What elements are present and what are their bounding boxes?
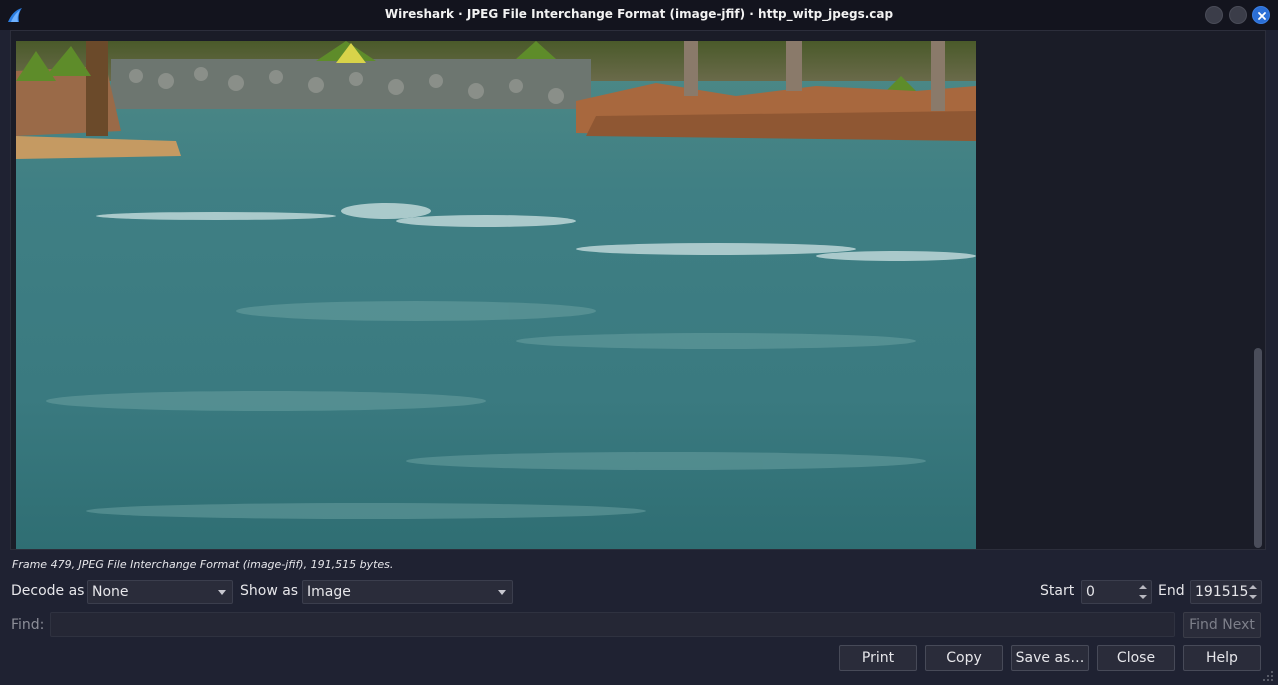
find-input[interactable]	[50, 612, 1175, 637]
close-button[interactable]: Close	[1097, 645, 1175, 671]
scrollbar-thumb[interactable]	[1254, 348, 1262, 548]
start-label: Start	[1040, 583, 1075, 599]
decode-as-value: None	[92, 584, 129, 600]
chevron-down-icon	[498, 590, 506, 595]
find-next-button[interactable]: Find Next	[1183, 612, 1261, 638]
copy-button[interactable]: Copy	[925, 645, 1003, 671]
decode-as-label: Decode as	[11, 583, 85, 599]
window-title: Wireshark · JPEG File Interchange Format…	[384, 7, 894, 21]
maximize-button[interactable]	[1229, 6, 1247, 24]
image-viewer	[10, 30, 1266, 550]
resize-grip-icon[interactable]	[1262, 670, 1274, 682]
decode-as-select[interactable]: None	[87, 580, 233, 604]
show-as-select[interactable]: Image	[302, 580, 513, 604]
end-spinbox[interactable]: 191515	[1190, 580, 1262, 604]
chevron-down-icon	[218, 590, 226, 595]
print-button[interactable]: Print	[839, 645, 917, 671]
close-window-button[interactable]	[1252, 6, 1270, 24]
minimize-button[interactable]	[1205, 6, 1223, 24]
spin-up-icon[interactable]	[1249, 585, 1257, 589]
show-as-value: Image	[307, 584, 351, 600]
save-as-button[interactable]: Save as…	[1011, 645, 1089, 671]
vertical-scrollbar[interactable]	[1254, 41, 1262, 549]
start-value: 0	[1086, 584, 1095, 600]
end-value: 191515	[1195, 584, 1249, 600]
show-as-label: Show as	[240, 583, 299, 599]
spin-down-icon[interactable]	[1139, 595, 1147, 599]
spin-down-icon[interactable]	[1249, 595, 1257, 599]
title-bar: Wireshark · JPEG File Interchange Format…	[0, 0, 1278, 30]
jpeg-image-preview	[16, 41, 976, 549]
find-label: Find:	[11, 617, 45, 633]
start-spinbox[interactable]: 0	[1081, 580, 1152, 604]
end-label: End	[1158, 583, 1185, 599]
close-icon	[1258, 12, 1266, 20]
frame-info-text: Frame 479, JPEG File Interchange Format …	[12, 558, 394, 571]
spin-up-icon[interactable]	[1139, 585, 1147, 589]
help-button[interactable]: Help	[1183, 645, 1261, 671]
